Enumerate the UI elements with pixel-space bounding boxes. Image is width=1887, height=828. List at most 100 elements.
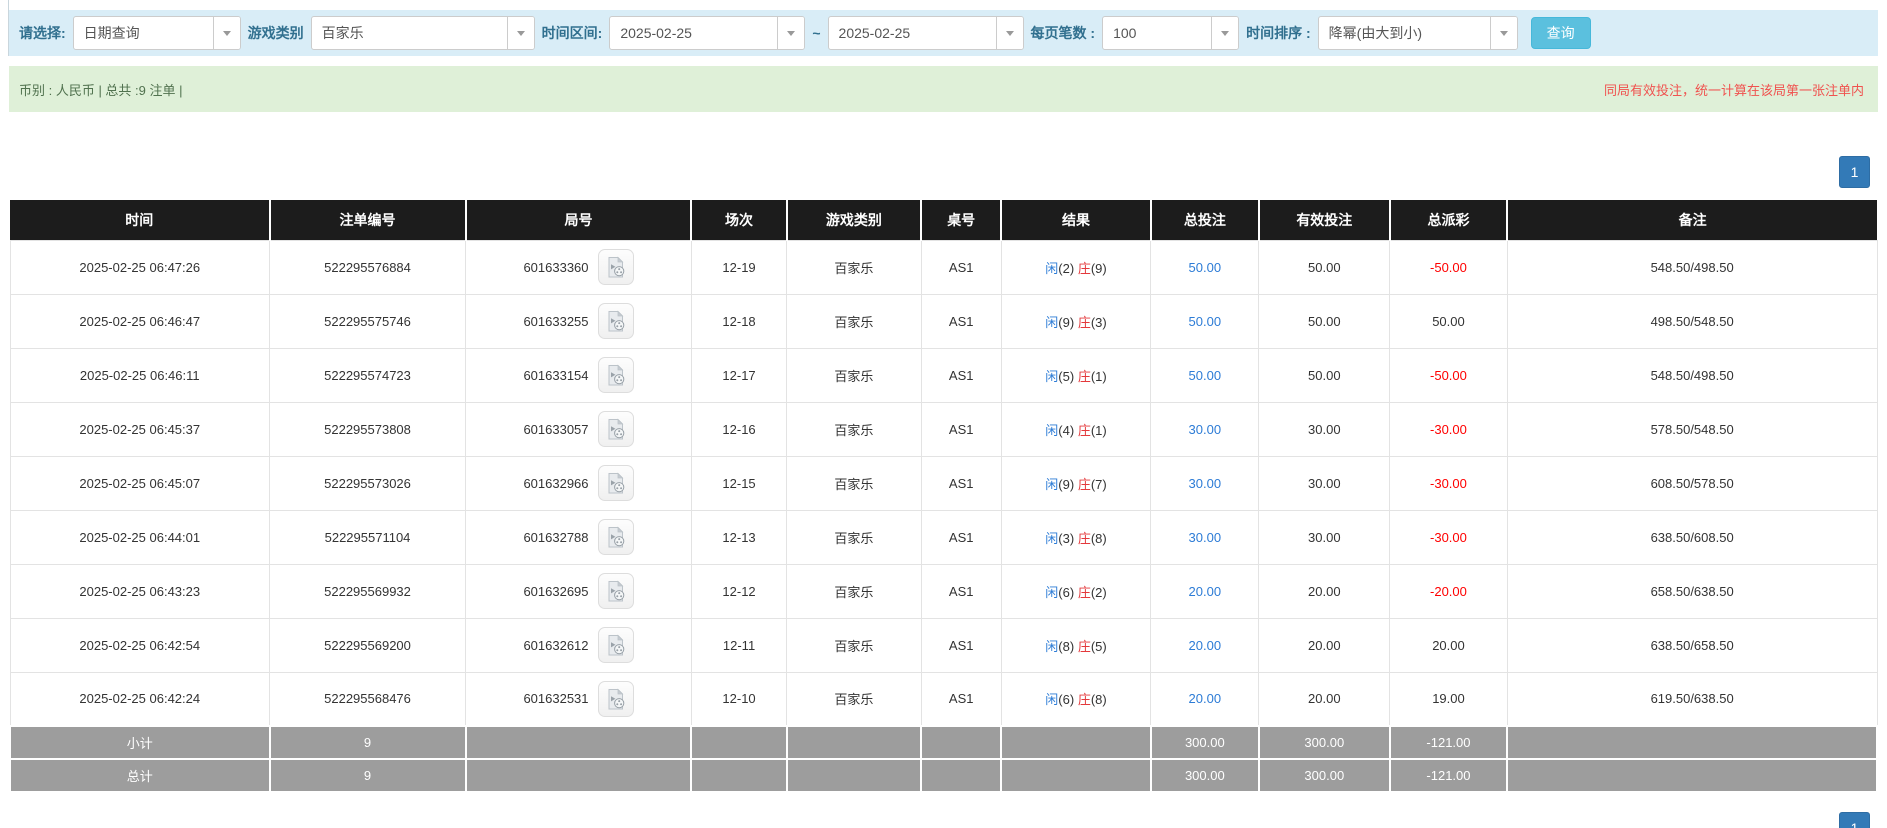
column-header-8: 有效投注 bbox=[1259, 200, 1390, 240]
cell-payout: -30.00 bbox=[1390, 402, 1508, 456]
video-replay-icon bbox=[605, 526, 627, 548]
column-header-4: 游戏类别 bbox=[787, 200, 921, 240]
total-row: 总计9300.00300.00-121.00 bbox=[10, 759, 1877, 792]
cell-table-number: AS1 bbox=[921, 240, 1001, 294]
chevron-down-icon bbox=[213, 17, 240, 49]
video-replay-button[interactable] bbox=[598, 465, 634, 501]
player-points: (3) bbox=[1058, 531, 1074, 546]
player-points: (4) bbox=[1058, 423, 1074, 438]
cell-bet-number: 522295573026 bbox=[270, 456, 466, 510]
video-replay-button[interactable] bbox=[598, 249, 634, 285]
cell-game-category: 百家乐 bbox=[787, 348, 921, 402]
cell-result: 闲(4) 庄(1) bbox=[1001, 402, 1150, 456]
player-points: (9) bbox=[1058, 477, 1074, 492]
table-row: 2025-02-25 06:42:24522295568476601632531… bbox=[10, 672, 1877, 726]
cell-time: 2025-02-25 06:44:01 bbox=[10, 510, 270, 564]
notice-text: 同局有效投注，统一计算在该局第一张注单内 bbox=[1604, 80, 1864, 99]
cell-game-category: 百家乐 bbox=[787, 294, 921, 348]
player-result: 闲 bbox=[1045, 639, 1058, 654]
banker-result: 庄 bbox=[1078, 692, 1091, 707]
table-row: 2025-02-25 06:43:23522295569932601632695… bbox=[10, 564, 1877, 618]
cell-payout: 19.00 bbox=[1390, 672, 1508, 726]
table-header-row: 时间注单编号局号场次游戏类别桌号结果总投注有效投注总派彩备注 bbox=[10, 200, 1877, 240]
cell-payout: -30.00 bbox=[1390, 456, 1508, 510]
pagination-top: 1 bbox=[9, 156, 1870, 188]
cell-round-number: 601633057 bbox=[466, 402, 692, 456]
banker-points: (2) bbox=[1091, 585, 1107, 600]
cell-valid-bet: 30.00 bbox=[1259, 456, 1390, 510]
video-replay-button[interactable] bbox=[598, 357, 634, 393]
cell-game-category: 百家乐 bbox=[787, 240, 921, 294]
subtotal-row-total-bet: 300.00 bbox=[1151, 726, 1259, 759]
page-button-1[interactable]: 1 bbox=[1839, 156, 1870, 188]
banker-result: 庄 bbox=[1078, 369, 1091, 384]
search-button[interactable]: 查询 bbox=[1531, 17, 1591, 49]
cell-round-number: 601633360 bbox=[466, 240, 692, 294]
video-replay-button[interactable] bbox=[598, 303, 634, 339]
player-result: 闲 bbox=[1045, 692, 1058, 707]
cell-result: 闲(5) 庄(1) bbox=[1001, 348, 1150, 402]
cell-bet-number: 522295568476 bbox=[270, 672, 466, 726]
cell-note: 548.50/498.50 bbox=[1507, 348, 1877, 402]
cell-table-number: AS1 bbox=[921, 294, 1001, 348]
video-replay-button[interactable] bbox=[598, 681, 634, 717]
cell-total-bet: 50.00 bbox=[1151, 348, 1259, 402]
page-size-label: 每页笔数 : bbox=[1031, 23, 1096, 43]
video-replay-button[interactable] bbox=[598, 411, 634, 447]
page-size-select[interactable]: 100 bbox=[1102, 16, 1239, 50]
video-replay-button[interactable] bbox=[598, 573, 634, 609]
cell-total-bet: 50.00 bbox=[1151, 240, 1259, 294]
banker-result: 庄 bbox=[1078, 261, 1091, 276]
round-number: 601632788 bbox=[523, 530, 588, 545]
player-points: (2) bbox=[1058, 261, 1074, 276]
date-to-value: 2025-02-25 bbox=[829, 17, 996, 49]
cell-note: 638.50/608.50 bbox=[1507, 510, 1877, 564]
cell-game-category: 百家乐 bbox=[787, 402, 921, 456]
cell-valid-bet: 50.00 bbox=[1259, 240, 1390, 294]
table-row: 2025-02-25 06:44:01522295571104601632788… bbox=[10, 510, 1877, 564]
query-type-value: 日期查询 bbox=[74, 17, 213, 49]
cell-session: 12-16 bbox=[691, 402, 786, 456]
date-to-select[interactable]: 2025-02-25 bbox=[828, 16, 1024, 50]
table-row: 2025-02-25 06:45:07522295573026601632966… bbox=[10, 456, 1877, 510]
cell-total-bet: 30.00 bbox=[1151, 402, 1259, 456]
round-number: 601633255 bbox=[523, 314, 588, 329]
cell-game-category: 百家乐 bbox=[787, 672, 921, 726]
player-result: 闲 bbox=[1045, 585, 1058, 600]
query-type-select[interactable]: 日期查询 bbox=[73, 16, 241, 50]
video-replay-icon bbox=[605, 310, 627, 332]
video-replay-icon bbox=[605, 580, 627, 602]
cell-valid-bet: 50.00 bbox=[1259, 294, 1390, 348]
subtotal-row-empty bbox=[1001, 726, 1150, 759]
column-header-10: 备注 bbox=[1507, 200, 1877, 240]
date-from-select[interactable]: 2025-02-25 bbox=[609, 16, 805, 50]
cell-session: 12-12 bbox=[691, 564, 786, 618]
table-row: 2025-02-25 06:46:11522295574723601633154… bbox=[10, 348, 1877, 402]
subtotal-row-empty bbox=[787, 726, 921, 759]
cell-table-number: AS1 bbox=[921, 402, 1001, 456]
cell-session: 12-19 bbox=[691, 240, 786, 294]
video-replay-icon bbox=[605, 472, 627, 494]
column-header-5: 桌号 bbox=[921, 200, 1001, 240]
cell-time: 2025-02-25 06:47:26 bbox=[10, 240, 270, 294]
cell-result: 闲(3) 庄(8) bbox=[1001, 510, 1150, 564]
cell-table-number: AS1 bbox=[921, 564, 1001, 618]
banker-result: 庄 bbox=[1078, 315, 1091, 330]
range-separator: ~ bbox=[812, 25, 820, 41]
cell-time: 2025-02-25 06:45:37 bbox=[10, 402, 270, 456]
subtotal-row-valid-bet: 300.00 bbox=[1259, 726, 1390, 759]
banker-result: 庄 bbox=[1078, 477, 1091, 492]
cell-time: 2025-02-25 06:43:23 bbox=[10, 564, 270, 618]
video-replay-button[interactable] bbox=[598, 627, 634, 663]
cell-game-category: 百家乐 bbox=[787, 510, 921, 564]
chevron-down-icon bbox=[1490, 17, 1517, 49]
game-category-select[interactable]: 百家乐 bbox=[311, 16, 535, 50]
page-button-1[interactable]: 1 bbox=[1839, 812, 1870, 828]
banker-points: (7) bbox=[1091, 477, 1107, 492]
video-replay-button[interactable] bbox=[598, 519, 634, 555]
sort-order-select[interactable]: 降幂(由大到小) bbox=[1318, 16, 1518, 50]
player-result: 闲 bbox=[1045, 261, 1058, 276]
sort-order-value: 降幂(由大到小) bbox=[1319, 17, 1490, 49]
subtotal-row-count: 9 bbox=[270, 726, 466, 759]
cell-table-number: AS1 bbox=[921, 618, 1001, 672]
